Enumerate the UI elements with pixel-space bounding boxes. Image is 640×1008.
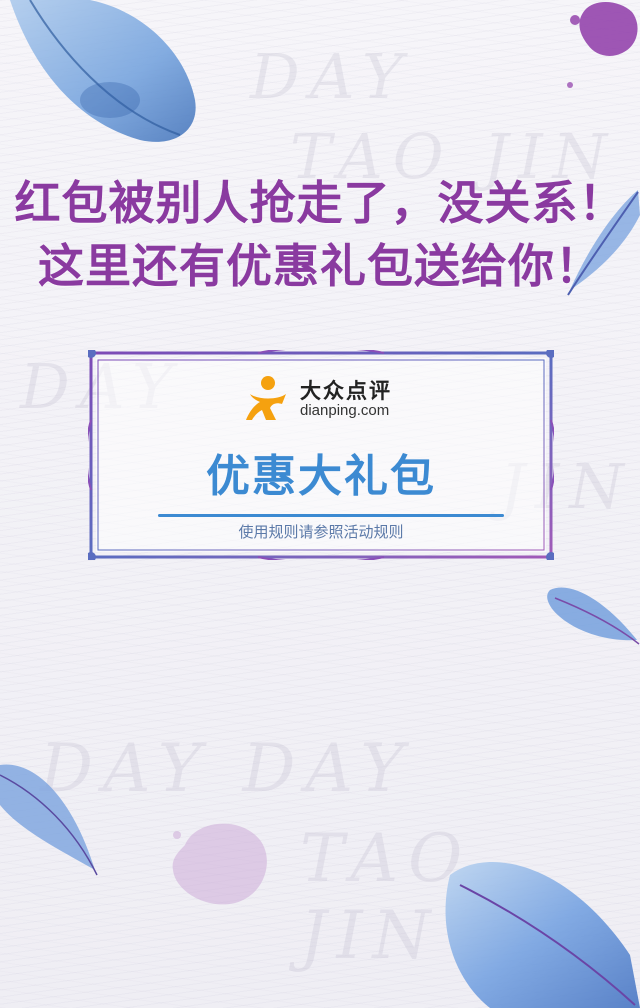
feather-bottom-left-icon bbox=[0, 764, 98, 876]
rules-note: 使用规则请参照活动规则 bbox=[238, 523, 404, 541]
feather-top-left-icon bbox=[10, 0, 196, 142]
ink-splash-top-right-icon bbox=[567, 1, 638, 88]
feather-right-mid-icon bbox=[547, 587, 640, 645]
brand-name-cn: 大众点评 bbox=[300, 378, 392, 403]
headline-line-2: 这里还有优惠礼包送给你！ bbox=[38, 239, 602, 293]
dianping-logo: 大众点评 dianping.com bbox=[244, 374, 414, 422]
feather-bottom-right-icon bbox=[445, 861, 640, 1008]
headline-line-1: 红包被别人抢走了，没关系！ bbox=[14, 176, 626, 230]
gift-pack-title: 优惠大礼包 bbox=[206, 451, 436, 502]
title-divider bbox=[158, 514, 504, 517]
brand-domain: dianping.com bbox=[300, 402, 390, 419]
dianping-person-icon bbox=[246, 376, 286, 420]
watermark-day-top: DAY bbox=[250, 40, 413, 113]
ink-splash-bottom-icon bbox=[172, 823, 267, 905]
